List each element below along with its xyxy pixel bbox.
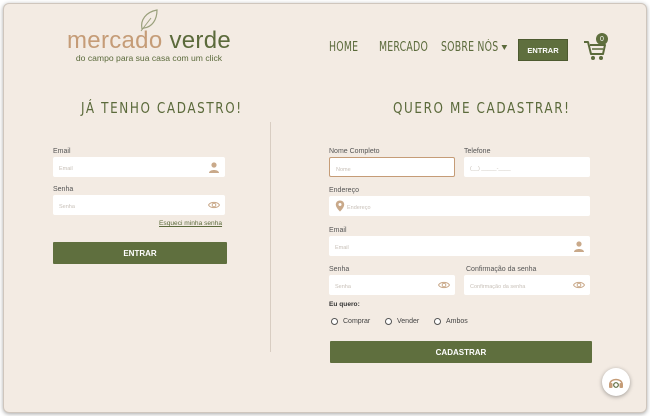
- logo[interactable]: mercado verde do campo para sua casa com…: [64, 8, 234, 63]
- register-submit-button[interactable]: CADASTRAR: [330, 341, 592, 363]
- nav-sobre-nos[interactable]: SOBRE NÓS: [441, 40, 508, 55]
- radio-circle[interactable]: [385, 318, 392, 325]
- radio-ambos-label: Ambos: [446, 318, 468, 325]
- app-window: mercado verde do campo para sua casa com…: [3, 3, 647, 413]
- logo-title: mercado verde: [67, 27, 231, 54]
- confirm-senha-field[interactable]: [464, 275, 590, 297]
- login-senha-label: Senha: [53, 186, 74, 193]
- nome-label: Nome Completo: [329, 148, 380, 155]
- register-email-field[interactable]: [329, 236, 590, 258]
- register-email-label: Email: [329, 227, 347, 234]
- eye-icon[interactable]: [438, 279, 450, 291]
- login-senha-field[interactable]: [53, 195, 225, 217]
- confirm-senha-input[interactable]: [464, 277, 590, 297]
- telefone-label: Telefone: [464, 148, 491, 155]
- register-senha-label: Senha: [329, 266, 350, 273]
- confirm-senha-label: Confirmação da senha: [466, 266, 537, 273]
- eu-quero-label: Eu quero:: [329, 301, 360, 308]
- login-email-label: Email: [53, 148, 71, 155]
- radio-circle[interactable]: [434, 318, 441, 325]
- user-icon: [209, 162, 219, 173]
- radio-comprar-label: Comprar: [343, 318, 371, 325]
- cart-count-badge: 0: [596, 33, 608, 45]
- endereco-field[interactable]: [329, 196, 590, 218]
- forgot-password-link[interactable]: Esqueci minha senha: [159, 220, 222, 227]
- user-icon: [574, 241, 584, 252]
- headset-icon: [609, 378, 623, 388]
- caret-down-icon: [501, 45, 508, 50]
- radio-circle[interactable]: [331, 318, 338, 325]
- nav-sobre-label: SOBRE NÓS: [441, 40, 499, 55]
- radio-ambos[interactable]: Ambos: [434, 318, 468, 325]
- eye-icon[interactable]: [573, 279, 585, 291]
- nome-input[interactable]: [330, 161, 454, 179]
- register-senha-field[interactable]: [329, 275, 455, 297]
- register-senha-input[interactable]: [329, 277, 455, 297]
- login-email-input[interactable]: [53, 159, 225, 179]
- logo-tagline: do campo para sua casa com um click: [75, 53, 223, 63]
- radio-comprar[interactable]: Comprar: [331, 318, 370, 325]
- login-email-field[interactable]: [53, 157, 225, 179]
- radio-vender[interactable]: Vender: [385, 318, 419, 325]
- register-email-input[interactable]: [329, 238, 590, 258]
- endereco-input[interactable]: [329, 198, 590, 218]
- nome-field[interactable]: [329, 157, 455, 179]
- chat-button[interactable]: [602, 368, 630, 396]
- column-divider: [270, 122, 271, 352]
- eye-icon[interactable]: [208, 199, 220, 211]
- radio-vender-label: Vender: [397, 318, 420, 325]
- register-heading: QUERO ME CADASTRAR!: [393, 99, 571, 117]
- nav-mercado[interactable]: MERCADO: [379, 40, 428, 55]
- login-submit-button[interactable]: ENTRAR: [53, 242, 227, 264]
- header-entrar-button[interactable]: ENTRAR: [518, 39, 568, 61]
- telefone-field[interactable]: [464, 157, 590, 179]
- telefone-input[interactable]: [464, 159, 590, 179]
- map-pin-icon: [335, 200, 345, 212]
- login-senha-input[interactable]: [53, 197, 225, 217]
- endereco-label: Endereço: [329, 187, 359, 194]
- login-heading: JÁ TENHO CADASTRO!: [81, 99, 243, 117]
- nav-home[interactable]: HOME: [329, 40, 358, 55]
